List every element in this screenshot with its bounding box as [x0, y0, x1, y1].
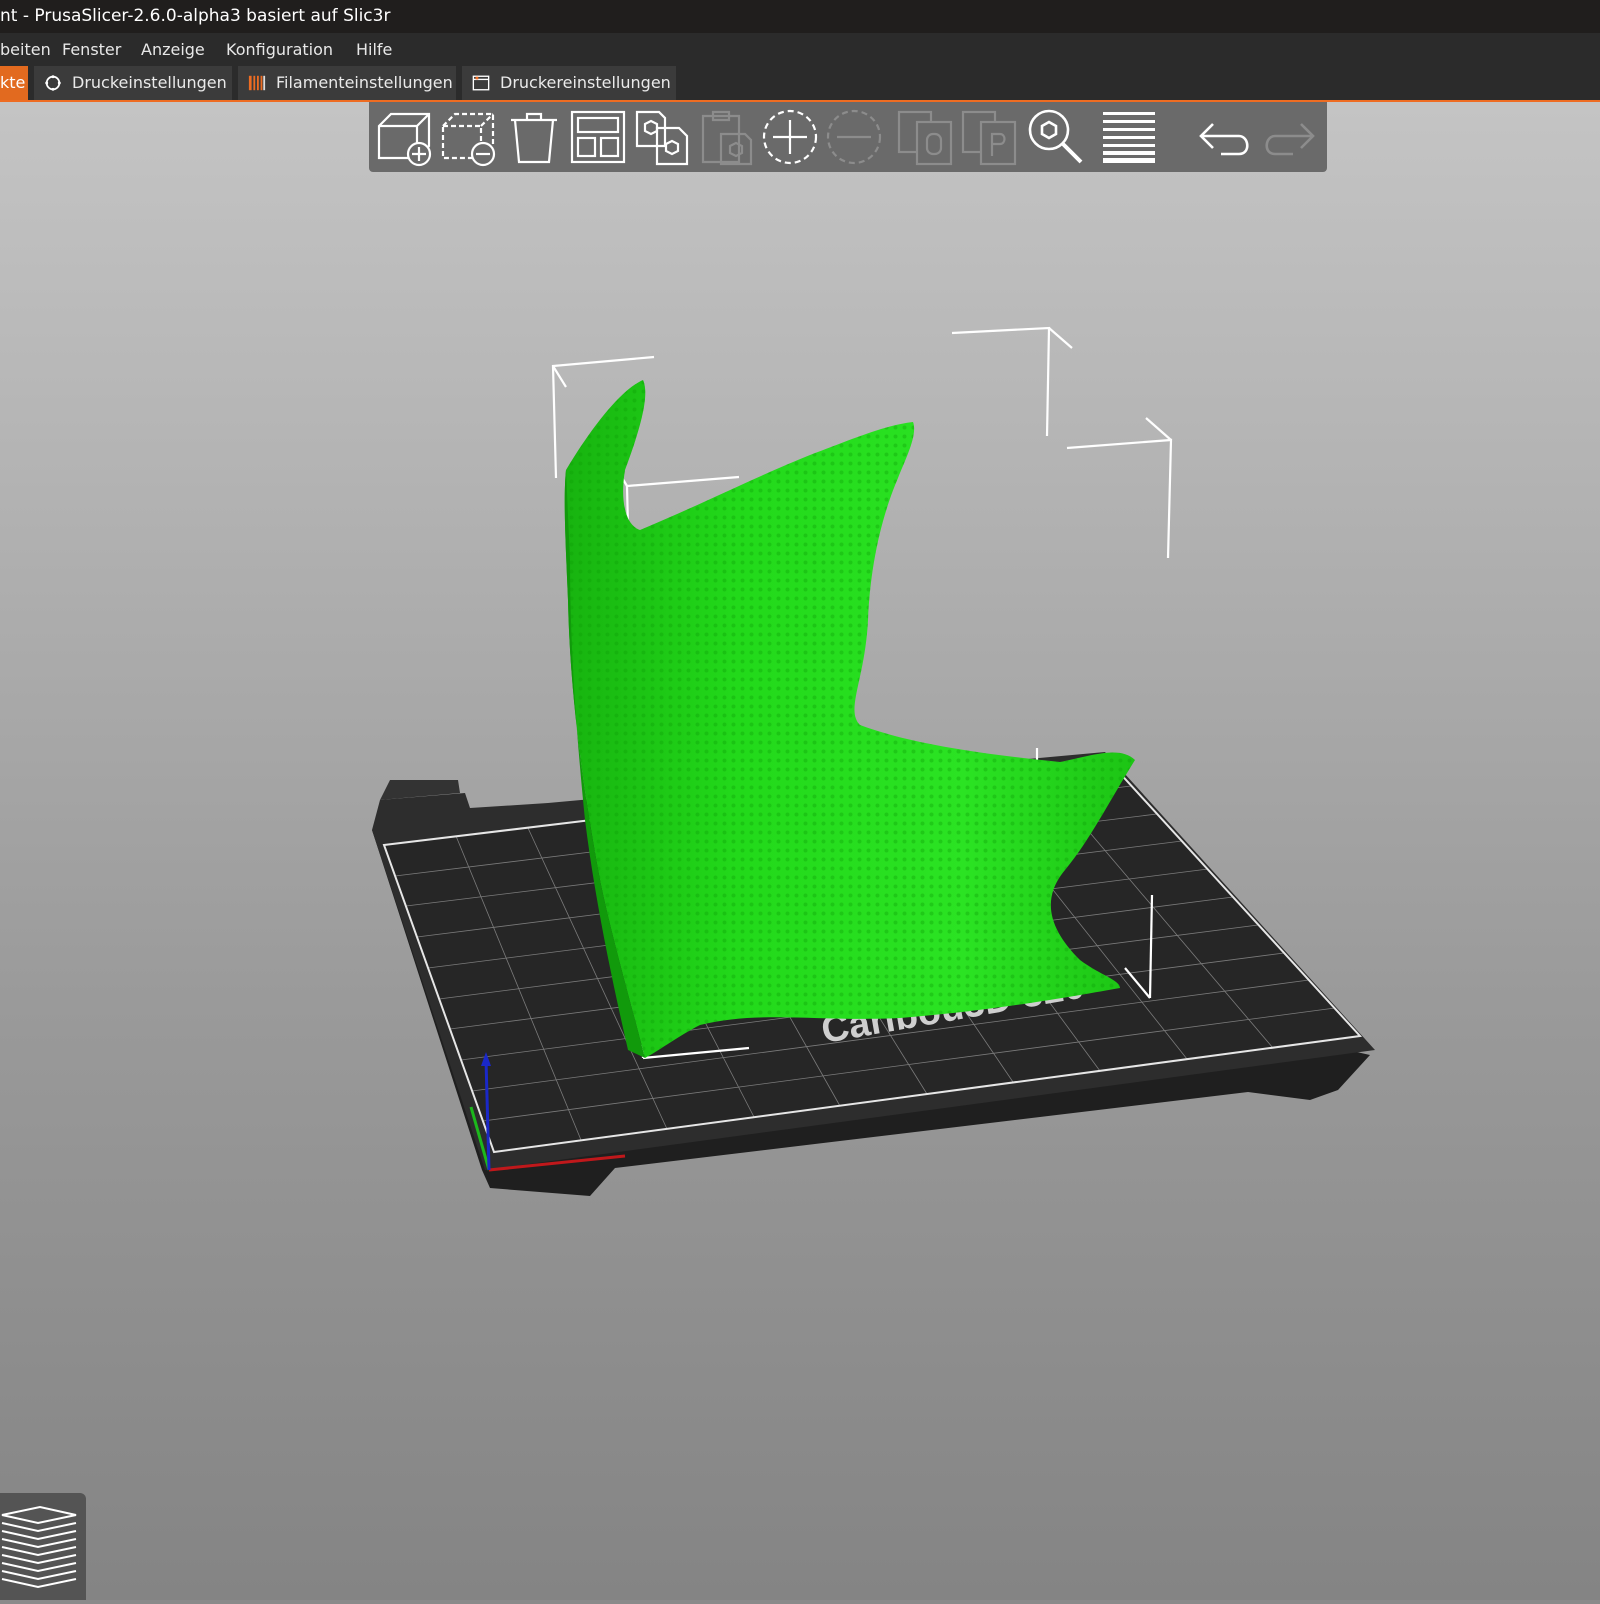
filament-spool-icon [248, 75, 266, 91]
add-instance-icon [762, 109, 818, 165]
tab-printer-settings[interactable]: Druckereinstellungen [462, 66, 676, 100]
tab-printer-settings-label: Druckereinstellungen [500, 73, 671, 92]
arrange-icon [570, 110, 626, 164]
copy-button[interactable] [631, 106, 693, 168]
menu-window[interactable]: Fenster [62, 33, 121, 66]
preview-toggle-button[interactable] [0, 1493, 86, 1600]
paste-button[interactable] [695, 106, 757, 168]
tab-filament-settings-label: Filamenteinstellungen [276, 73, 453, 92]
3d-model[interactable] [564, 380, 1135, 1058]
menu-configuration[interactable]: Konfiguration [226, 33, 333, 66]
split-objects-icon [897, 110, 953, 166]
split-parts-icon [961, 110, 1017, 166]
redo-button[interactable] [1257, 106, 1319, 168]
tab-print-settings-label: Druckeinstellungen [72, 73, 227, 92]
undo-icon [1199, 123, 1249, 156]
arrange-button[interactable] [567, 106, 629, 168]
layer-editing-button[interactable] [1098, 106, 1160, 168]
add-cube-icon [377, 112, 432, 167]
undo-button[interactable] [1195, 106, 1257, 168]
main-toolbar [369, 102, 1327, 172]
cog-icon [45, 75, 61, 91]
remove-instance-button[interactable] [823, 106, 885, 168]
title-bar: nt - PrusaSlicer-2.6.0-alpha3 basiert au… [0, 0, 1600, 33]
menu-help[interactable]: Hilfe [356, 33, 392, 66]
delete-object-button[interactable] [439, 106, 501, 168]
split-objects-button[interactable] [895, 106, 957, 168]
layers-icon [1103, 112, 1155, 163]
tab-print-settings[interactable]: Druckeinstellungen [34, 66, 232, 100]
copy-icon [635, 110, 689, 166]
search-icon [1028, 109, 1083, 164]
trash-icon [511, 112, 557, 164]
tab-plater-label: kte [0, 73, 26, 92]
printer-icon [472, 75, 490, 91]
add-instance-button[interactable] [759, 106, 821, 168]
split-parts-button[interactable] [959, 106, 1021, 168]
tab-bar: kte Druckeinstellungen Filamenteinstellu… [0, 66, 1600, 102]
window-title: nt - PrusaSlicer-2.6.0-alpha3 basiert au… [0, 6, 391, 26]
paste-icon [701, 110, 753, 166]
menu-edit[interactable]: beiten [0, 33, 51, 66]
search-button[interactable] [1025, 106, 1087, 168]
tab-filament-settings[interactable]: Filamenteinstellungen [238, 66, 456, 100]
tab-plater[interactable]: kte [0, 66, 28, 100]
redo-icon [1265, 123, 1315, 156]
remove-cube-icon [441, 112, 496, 167]
delete-all-button[interactable] [503, 106, 565, 168]
remove-instance-icon [826, 109, 882, 165]
add-object-button[interactable] [375, 106, 437, 168]
menu-bar: beiten Fenster Anzeige Konfiguration Hil… [0, 33, 1600, 66]
menu-view[interactable]: Anzeige [141, 33, 205, 66]
layers-stack-icon [1, 1505, 77, 1589]
3d-scene[interactable]: Caribou3D 320 [0, 102, 1600, 1600]
